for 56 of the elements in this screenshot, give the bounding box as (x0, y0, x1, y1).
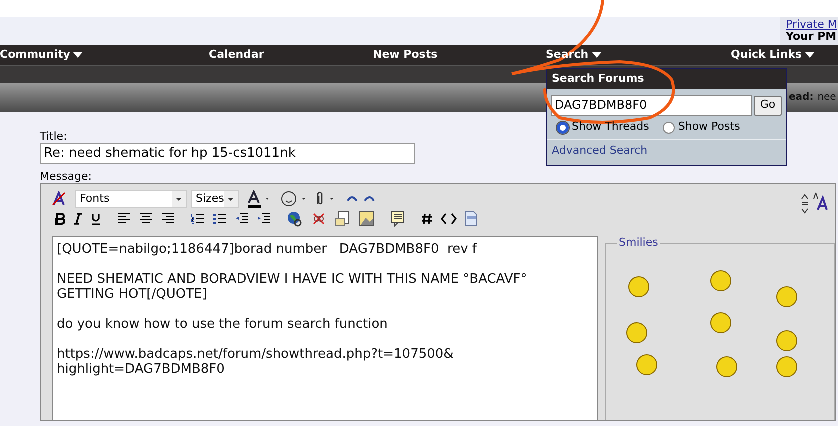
title-field[interactable]: Re: need shematic for hp 15-cs1011nk (40, 143, 415, 164)
font-dropdown[interactable]: Fonts (75, 190, 187, 208)
popup-title: Search Forums (547, 69, 786, 89)
title-label: Title: (40, 130, 68, 143)
private-messages-link[interactable]: Private M (786, 18, 838, 31)
bold-icon[interactable] (55, 213, 65, 225)
radio-label: Show Threads (572, 119, 650, 136)
smiley-icon[interactable] (710, 312, 732, 334)
message-label: Message: (40, 170, 93, 183)
advanced-search-link[interactable]: Advanced Search (547, 140, 786, 160)
align-right-icon[interactable] (161, 213, 175, 225)
size-dropdown[interactable]: Sizes (191, 190, 239, 208)
globe-link-icon[interactable] (287, 211, 303, 227)
image-icon[interactable] (359, 211, 375, 227)
nav-link[interactable]: Calendar (209, 45, 264, 65)
smiley-icon[interactable] (626, 322, 648, 344)
your-pm-label: Your PM (786, 31, 838, 43)
smiley-icon[interactable] (710, 270, 732, 292)
switch-editor-icon[interactable] (813, 192, 829, 212)
nav-link[interactable]: Community (0, 45, 84, 65)
smiley-icon[interactable] (776, 330, 798, 352)
smiley-icon[interactable] (776, 286, 798, 308)
remove-format-icon[interactable] (51, 191, 67, 207)
search-field[interactable]: DAG7BDMB8F0 (551, 95, 752, 116)
smiley-icon[interactable] (716, 356, 738, 378)
size-name: Sizes (196, 190, 224, 207)
resize-icon[interactable] (801, 194, 809, 214)
font-name: Fonts (80, 190, 110, 207)
message-field[interactable]: [QUOTE=nabilgo;1186447]borad number DAG7BDMB8F0 rev f NEED SHEMATIC AND BORADVIEW I HAVE IC WITH THIS NAME °BACAVF° GETTING HOT[/QUOTE] do you know how to use the forum search function https://www.badcaps.net/forum/showthread.php?t=107500& highlight=DAG7BDMB8F0 (52, 236, 598, 420)
nav-link[interactable]: New Posts (373, 45, 438, 65)
radio-button[interactable] (557, 122, 569, 134)
italic-icon[interactable] (73, 213, 83, 225)
nav-link[interactable]: Quick Links (731, 45, 816, 65)
php-file-icon[interactable] (465, 211, 478, 227)
unlink-icon[interactable] (311, 211, 327, 227)
radio-button[interactable] (663, 122, 676, 134)
go-button[interactable]: Go (754, 96, 782, 116)
smiley-menu-icon[interactable] (281, 190, 309, 208)
bullet-list-icon[interactable] (213, 213, 227, 225)
numbered-list-icon[interactable] (191, 213, 205, 225)
smiley-icon[interactable] (776, 356, 798, 378)
smilies-legend: Smilies (617, 236, 660, 249)
email-link-icon[interactable] (335, 211, 351, 227)
radio-label: Show Posts (678, 119, 740, 136)
smiley-icon[interactable] (636, 354, 658, 376)
quote-icon[interactable] (391, 211, 405, 227)
thread-title-text: nee (818, 91, 836, 105)
indent-icon[interactable] (257, 213, 271, 225)
hash-icon[interactable] (421, 213, 433, 225)
code-icon[interactable] (441, 213, 457, 225)
outdent-icon[interactable] (235, 213, 249, 225)
align-left-icon[interactable] (117, 213, 131, 225)
underline-icon[interactable] (91, 213, 101, 225)
align-center-icon[interactable] (139, 213, 153, 225)
smiley-icon[interactable] (628, 276, 650, 298)
thread-label: ead: (789, 91, 814, 105)
